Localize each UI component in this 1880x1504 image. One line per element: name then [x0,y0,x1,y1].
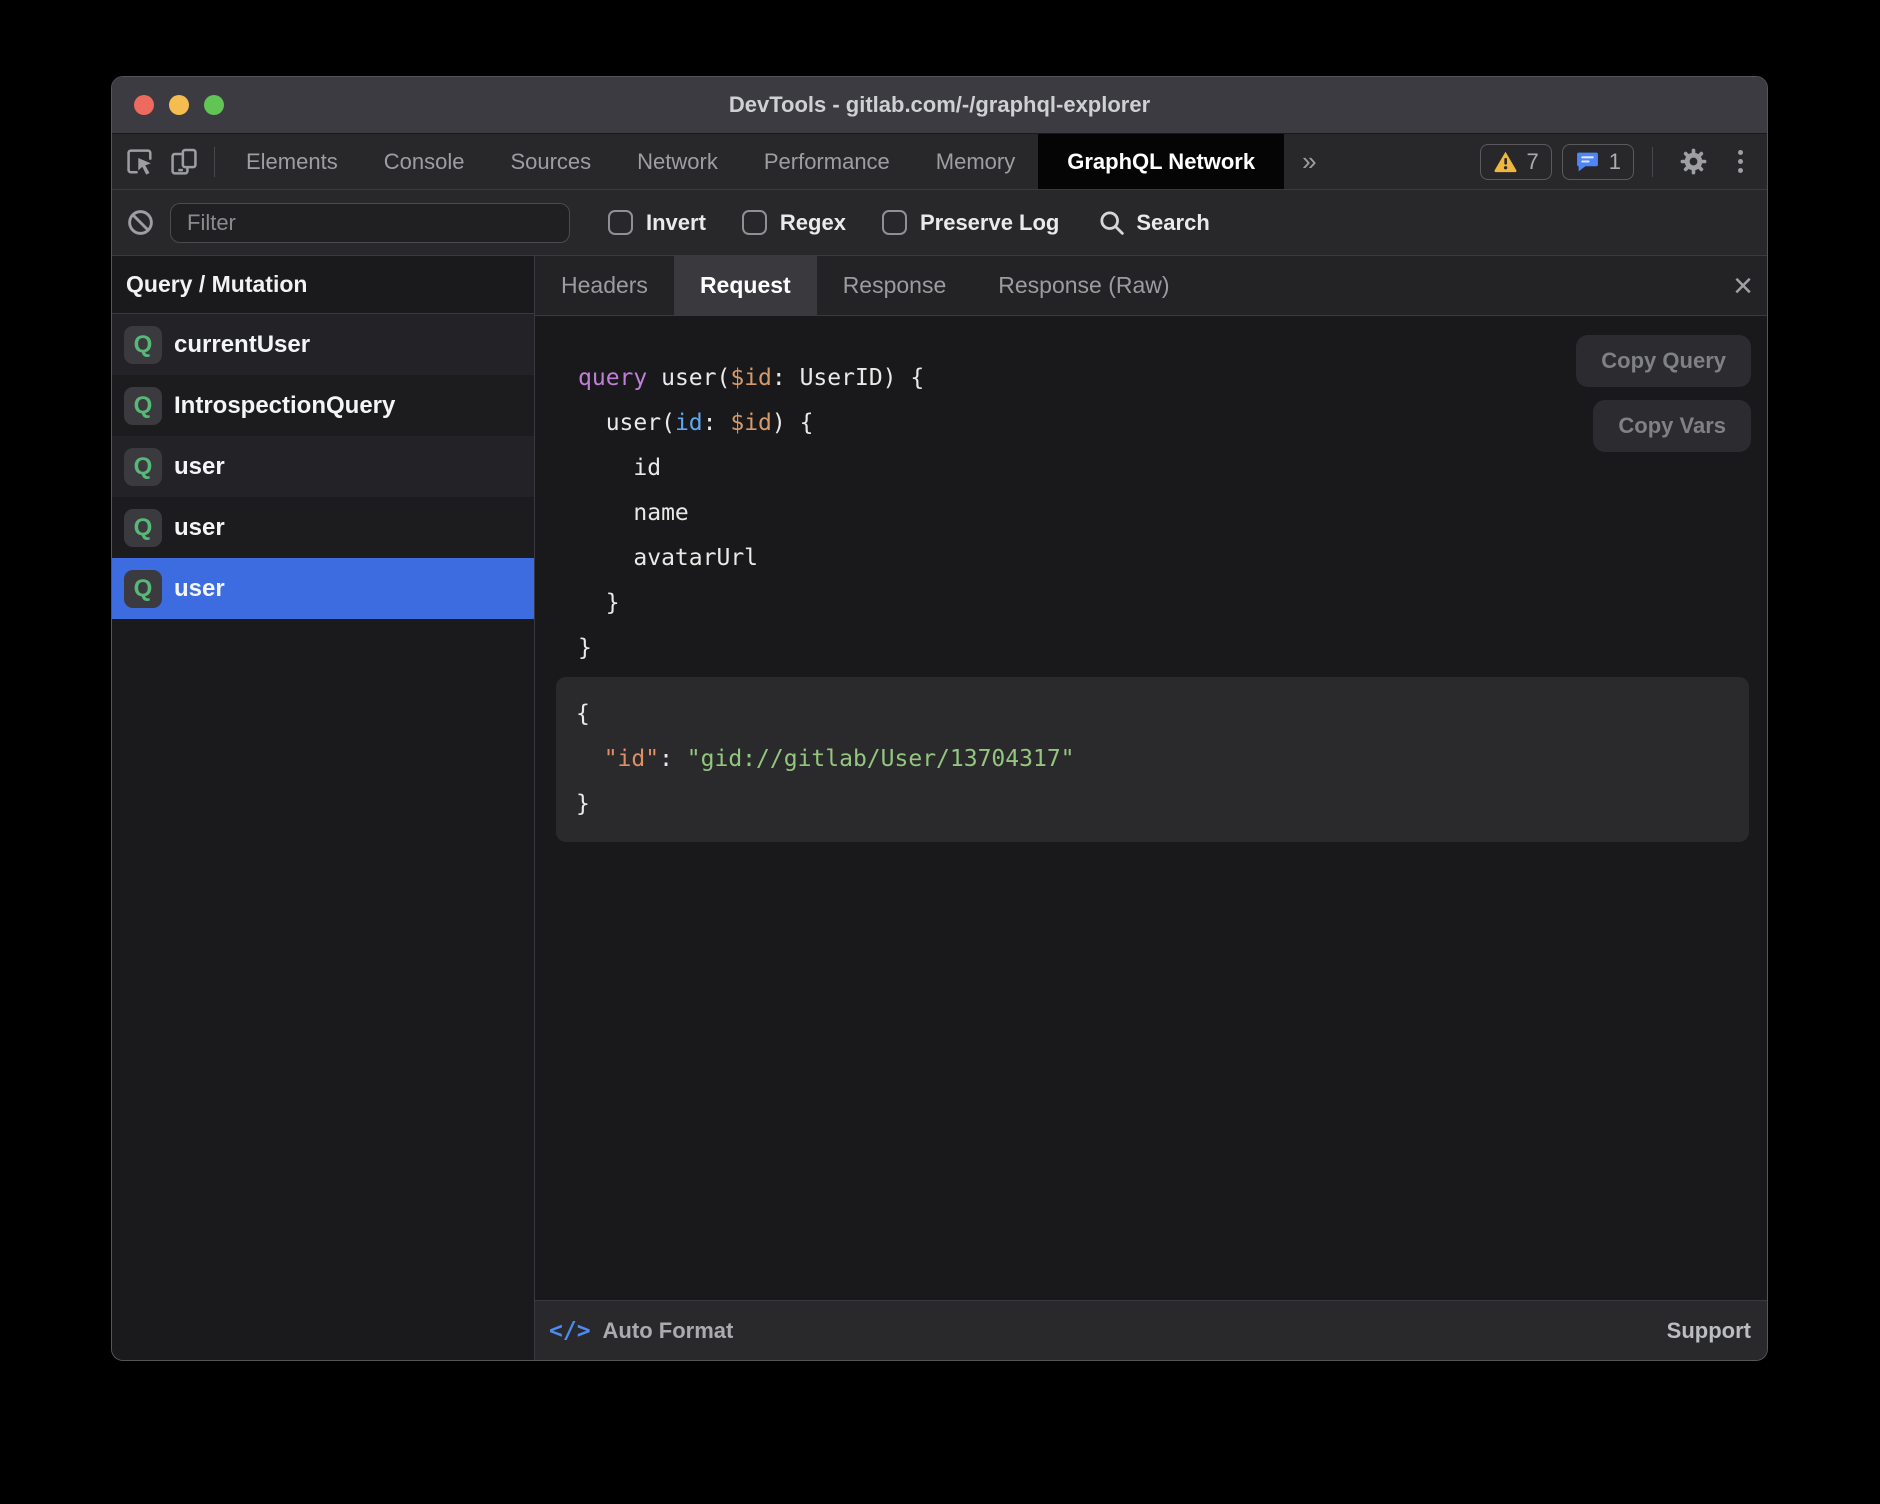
panel-footer: </> Auto Format Support [535,1300,1767,1360]
filter-bar: Invert Regex Preserve Log Search [112,189,1767,255]
query-list-item-currentuser[interactable]: QcurrentUser [112,314,534,375]
block-requests-button[interactable] [118,201,162,245]
query-list-item-label: currentUser [174,331,310,359]
filter-option-invert: Invert [608,210,706,236]
search-control[interactable]: Search [1097,208,1209,237]
filter-option-regex: Regex [742,210,846,236]
query-list-item-user[interactable]: Quser [112,436,534,497]
close-icon: × [1733,267,1753,305]
tab-console[interactable]: Console [361,134,488,189]
search-label: Search [1136,210,1209,236]
query-code-line: } [578,581,1767,626]
sidebar-header: Query / Mutation [112,256,534,314]
copy-vars-button[interactable]: Copy Vars [1593,400,1751,452]
filter-option-preserve-log: Preserve Log [882,210,1059,236]
query-list-item-label: user [174,514,225,542]
warning-count: 7 [1527,149,1539,175]
query-list-item-introspectionquery[interactable]: Q IntrospectionQuery [112,375,534,436]
tab-elements[interactable]: Elements [223,134,361,189]
query-type-icon: Q [124,570,162,608]
query-list-item-user[interactable]: Quser [112,497,534,558]
query-list-item-label: IntrospectionQuery [174,392,395,420]
query-type-icon: Q [124,387,162,425]
request-tab-content: query user($id: UserID) { user(id: $id) … [535,316,1767,1300]
variables-box: { "id": "gid://gitlab/User/13704317"} [556,677,1749,842]
titlebar: DevTools - gitlab.com/-/graphql-explorer [112,77,1767,133]
request-panel: HeadersRequestResponseResponse (Raw) × q… [535,256,1767,1360]
desktop-background: DevTools - gitlab.com/-/graphql-explorer… [0,0,1880,1504]
tab-performance[interactable]: Performance [741,134,913,189]
variables-code-line: { [576,692,1729,737]
tab-graphql-network[interactable]: GraphQL Network [1038,134,1284,189]
maximize-window-button[interactable] [204,95,224,115]
devtools-window: DevTools - gitlab.com/-/graphql-explorer… [111,76,1768,1361]
search-icon [1097,208,1126,237]
panel-tab-bar: HeadersRequestResponseResponse (Raw) × [535,256,1767,316]
device-toolbar-icon [168,146,200,178]
query-code-line: user(id: $id) { [578,401,1767,446]
sidebar: Query / Mutation QcurrentUserQIntrospect… [112,256,535,1360]
query-list: QcurrentUserQIntrospectionQueryQuserQuse… [112,314,534,619]
chat-bubble-icon [1575,149,1600,174]
tab-memory[interactable]: Memory [913,134,1038,189]
query-code-line: name [578,491,1767,536]
traffic-lights [134,77,224,133]
panel-tab-request[interactable]: Request [674,256,817,315]
copy-query-button[interactable]: Copy Query [1576,335,1751,387]
auto-format-button[interactable]: </> Auto Format [549,1318,733,1344]
settings-gear-button[interactable] [1671,140,1715,184]
code-brackets-icon: </> [549,1318,591,1344]
panel-tab-response[interactable]: Response [817,256,973,315]
checkbox-label-preserve-log: Preserve Log [920,210,1059,236]
window-title: DevTools - gitlab.com/-/graphql-explorer [729,92,1150,118]
filter-checkboxes: Invert Regex Preserve Log [608,210,1059,236]
device-toolbar-button[interactable] [162,140,206,184]
main-content: Query / Mutation QcurrentUserQIntrospect… [112,255,1767,1360]
query-type-icon: Q [124,448,162,486]
checkbox-regex[interactable] [742,210,767,235]
warning-icon [1493,149,1518,174]
messages-badge[interactable]: 1 [1562,144,1634,180]
close-panel-button[interactable]: × [1733,269,1753,303]
query-list-item-user[interactable]: Quser [112,558,534,619]
panel-tab-headers[interactable]: Headers [535,256,674,315]
filter-input[interactable] [170,203,570,243]
tab-network[interactable]: Network [614,134,741,189]
query-list-item-label: user [174,453,225,481]
checkbox-label-regex: Regex [780,210,846,236]
query-code-line: avatarUrl [578,536,1767,581]
checkbox-label-invert: Invert [646,210,706,236]
vertical-dots-icon [1738,150,1743,173]
warnings-badge[interactable]: 7 [1480,144,1552,180]
auto-format-label: Auto Format [603,1318,734,1344]
panel-tab-response-raw[interactable]: Response (Raw) [972,256,1195,315]
tab-sources[interactable]: Sources [487,134,614,189]
toolbar-right-group: 7 1 [1480,140,1756,184]
query-list-item-label: user [174,575,225,603]
checkbox-preserve-log[interactable] [882,210,907,235]
block-icon [126,208,155,237]
variables-code-line: "id": "gid://gitlab/User/13704317" [576,737,1729,782]
query-type-icon: Q [124,509,162,547]
query-type-icon: Q [124,326,162,364]
close-window-button[interactable] [134,95,154,115]
support-link[interactable]: Support [1667,1318,1751,1344]
query-code-line: } [578,626,1767,671]
badge-divider [1652,147,1653,177]
variables-code-line: } [576,782,1729,827]
toolbar-divider [214,147,215,177]
more-tabs-chevron[interactable]: » [1284,146,1334,177]
checkbox-invert[interactable] [608,210,633,235]
gear-icon [1678,146,1709,177]
message-count: 1 [1609,149,1621,175]
kebab-menu-button[interactable] [1725,140,1755,184]
devtools-tab-bar: ElementsConsoleSourcesNetworkPerformance… [112,133,1767,189]
query-code-line: id [578,446,1767,491]
minimize-window-button[interactable] [169,95,189,115]
inspect-cursor-icon [124,146,156,178]
inspect-element-button[interactable] [118,140,162,184]
